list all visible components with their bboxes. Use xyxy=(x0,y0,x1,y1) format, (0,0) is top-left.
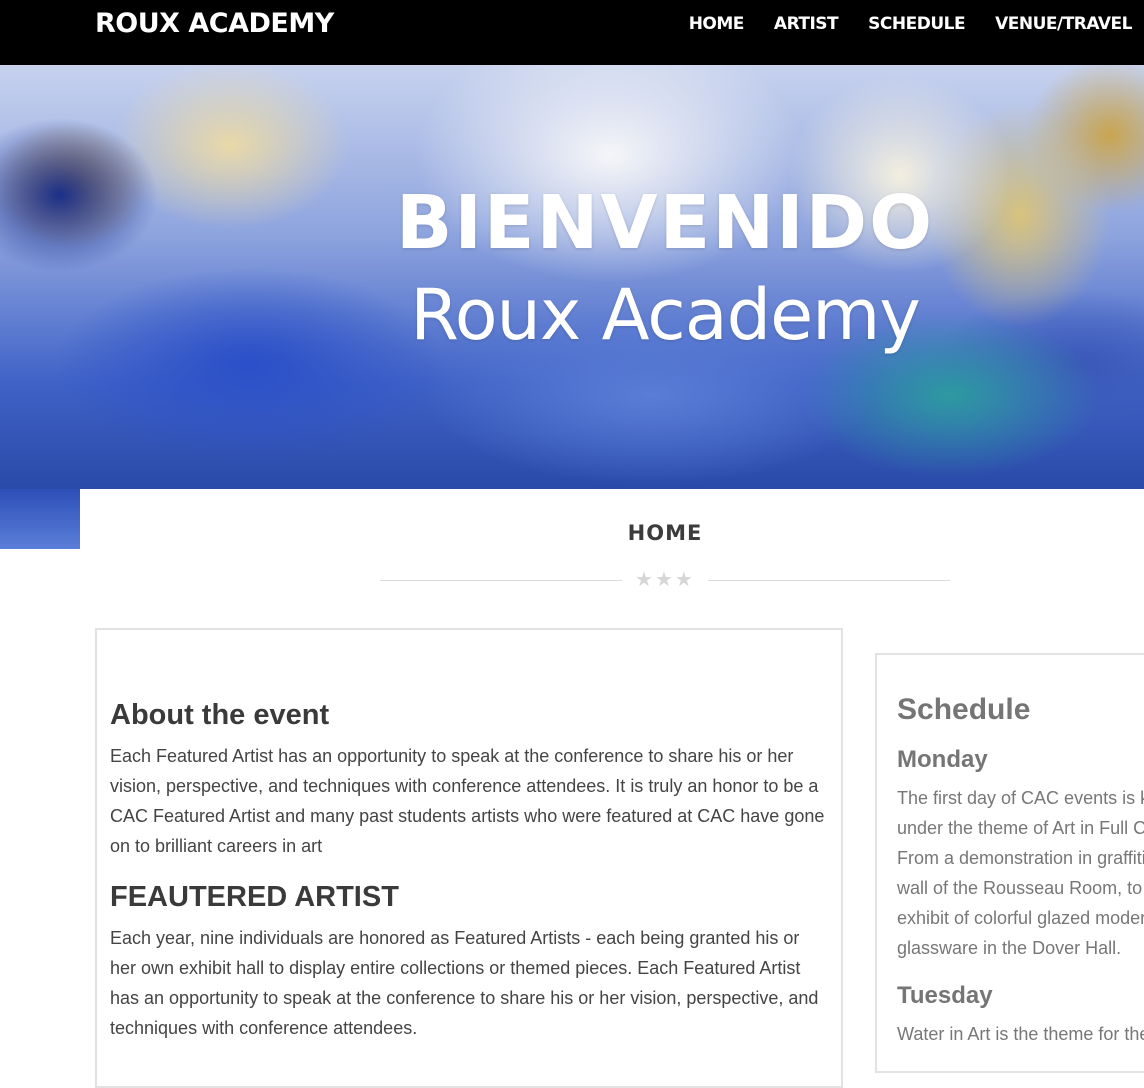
nav-venue-travel[interactable]: VENUE/TRAVEL xyxy=(995,12,1132,36)
monday-line: wall of the Rousseau Room, to t xyxy=(897,878,1144,898)
monday-heading: Monday xyxy=(897,746,988,773)
monday-line: under the theme of Art in Full Co xyxy=(897,818,1144,838)
hero-banner-edge xyxy=(0,489,80,549)
schedule-sidebar: Schedule Monday The first day of CAC eve… xyxy=(875,653,1144,1073)
hero-subtitle: Roux Academy xyxy=(410,274,921,356)
brand-logo-link[interactable]: ROUX ACADEMY xyxy=(95,7,334,41)
monday-line: glassware in the Dover Hall. xyxy=(897,938,1122,958)
tuesday-heading: Tuesday xyxy=(897,982,993,1009)
about-text: Each Featured Artist has an opportunity … xyxy=(110,746,825,856)
nav-schedule[interactable]: SCHEDULE xyxy=(868,12,965,36)
hero-title: BIENVENIDO xyxy=(395,180,935,266)
monday-line: exhibit of colorful glazed moder xyxy=(897,908,1144,928)
star-icon: ★ xyxy=(654,569,673,591)
nav-home[interactable]: HOME xyxy=(689,12,745,36)
tuesday-line: Water in Art is the theme for the xyxy=(897,1024,1144,1044)
star-icon: ★ xyxy=(635,569,653,591)
monday-line: The first day of CAC events is ki xyxy=(897,788,1144,808)
about-heading: About the event xyxy=(110,699,330,731)
stars-ornament: ★ ★ ★ xyxy=(635,569,693,591)
star-icon: ★ xyxy=(674,569,693,591)
hero-banner: BIENVENIDO Roux Academy xyxy=(0,65,1144,489)
main-nav: HOME ARTIST SCHEDULE VENUE/TRAVEL xyxy=(659,12,1133,36)
nav-artist[interactable]: ARTIST xyxy=(774,12,839,36)
featured-heading: FEAUTERED ARTIST xyxy=(110,881,399,913)
monday-line: From a demonstration in graffiti xyxy=(897,848,1144,868)
schedule-heading: Schedule xyxy=(897,693,1031,726)
page-header: HOME ★ ★ ★ xyxy=(80,489,1144,609)
page-title: HOME xyxy=(627,521,703,545)
featured-text: Each year, nine individuals are honored … xyxy=(110,928,819,1038)
divider-left xyxy=(380,580,622,581)
divider-right xyxy=(708,580,950,581)
top-navbar: ROUX ACADEMY HOME ARTIST SCHEDULE VENUE/… xyxy=(0,0,1144,65)
main-content-card: About the event Each Featured Artist has… xyxy=(95,628,843,1088)
